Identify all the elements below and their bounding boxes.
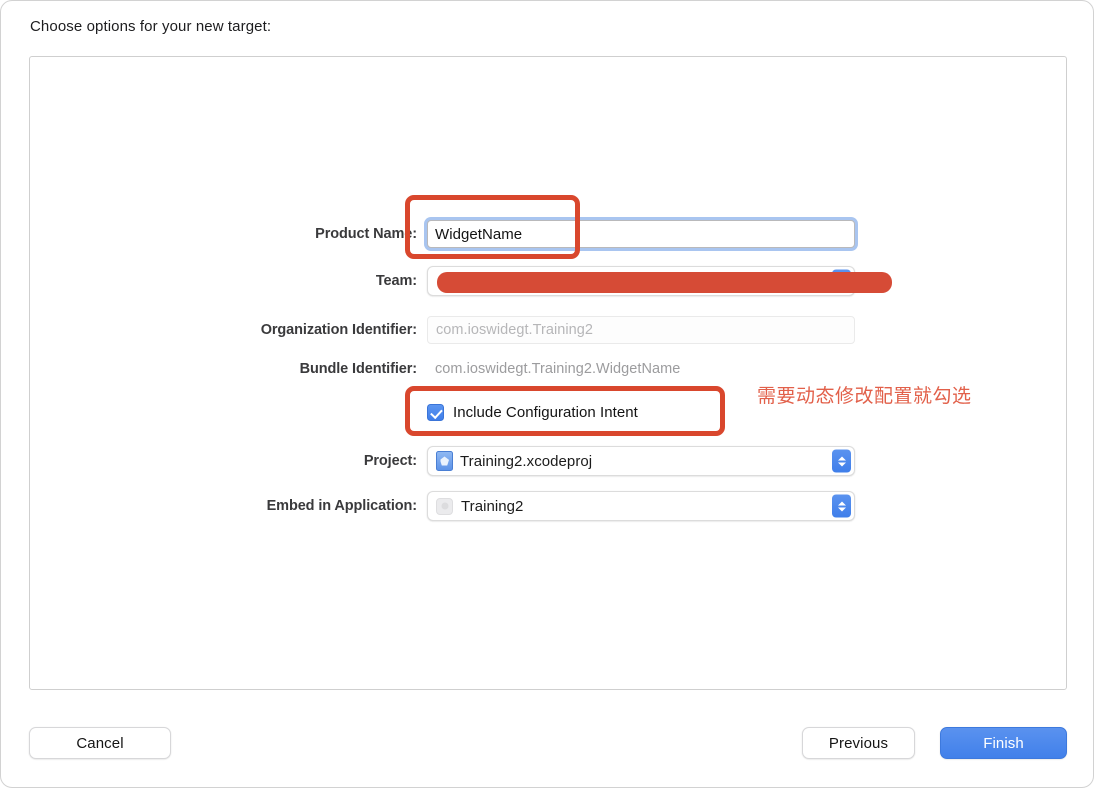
control-product-name: WidgetName: [427, 220, 1066, 248]
project-stepper-icon[interactable]: [832, 449, 851, 473]
include-configuration-intent-label: Include Configuration Intent: [453, 403, 638, 421]
project-value: Training2.xcodeproj: [460, 452, 593, 470]
product-name-value: WidgetName: [435, 225, 523, 243]
options-panel: Product Name: WidgetName Team: Organizat…: [29, 56, 1067, 690]
dialog-prompt: Choose options for your new target:: [30, 18, 272, 35]
app-bundle-icon: [436, 497, 453, 515]
row-embed-in-application: Embed in Application: Training2: [30, 491, 1066, 521]
row-bundle-identifier: Bundle Identifier: com.ioswidegt.Trainin…: [30, 355, 1066, 383]
control-bundle-identifier: com.ioswidegt.Training2.WidgetName: [427, 361, 1066, 377]
product-name-input[interactable]: WidgetName: [427, 220, 855, 248]
options-form: Product Name: WidgetName Team: Organizat…: [30, 57, 1066, 689]
finish-button[interactable]: Finish: [940, 727, 1067, 759]
team-redaction-bar: [437, 272, 892, 293]
label-project: Project:: [363, 453, 417, 469]
project-dropdown[interactable]: Training2.xcodeproj: [427, 446, 855, 476]
previous-button[interactable]: Previous: [802, 727, 915, 759]
cancel-button[interactable]: Cancel: [29, 727, 171, 759]
label-organization-identifier: Organization Identifier:: [260, 322, 417, 338]
row-organization-identifier: Organization Identifier: com.ioswidegt.T…: [30, 316, 1066, 344]
embed-in-application-value: Training2: [461, 497, 524, 515]
checkmark-icon[interactable]: [427, 403, 444, 421]
organization-identifier-input[interactable]: com.ioswidegt.Training2: [427, 316, 855, 344]
control-project: Training2.xcodeproj: [427, 446, 1066, 476]
label-bundle-identifier: Bundle Identifier:: [299, 361, 418, 377]
bundle-identifier-value: com.ioswidegt.Training2.WidgetName: [435, 361, 681, 377]
embed-in-application-stepper-icon[interactable]: [832, 494, 851, 518]
include-configuration-intent-checkbox-row[interactable]: Include Configuration Intent: [427, 403, 638, 421]
embed-in-application-dropdown[interactable]: Training2: [427, 491, 855, 521]
control-embed-in-application: Training2: [427, 491, 1066, 521]
label-product-name: Product Name:: [315, 226, 417, 242]
label-team: Team:: [375, 273, 417, 289]
label-embed-in-application: Embed in Application:: [266, 498, 418, 514]
xcode-project-icon: [436, 451, 453, 471]
new-target-options-dialog: Choose options for your new target: Prod…: [0, 0, 1094, 788]
row-project: Project: Training2.xcodeproj: [30, 446, 1066, 476]
annotation-note-text: 需要动态修改配置就勾选: [757, 385, 972, 407]
control-organization-identifier: com.ioswidegt.Training2: [427, 316, 1066, 344]
organization-identifier-placeholder: com.ioswidegt.Training2: [436, 322, 593, 338]
row-product-name: Product Name: WidgetName: [30, 220, 1066, 248]
dialog-footer: Cancel Previous Finish: [1, 701, 1093, 787]
